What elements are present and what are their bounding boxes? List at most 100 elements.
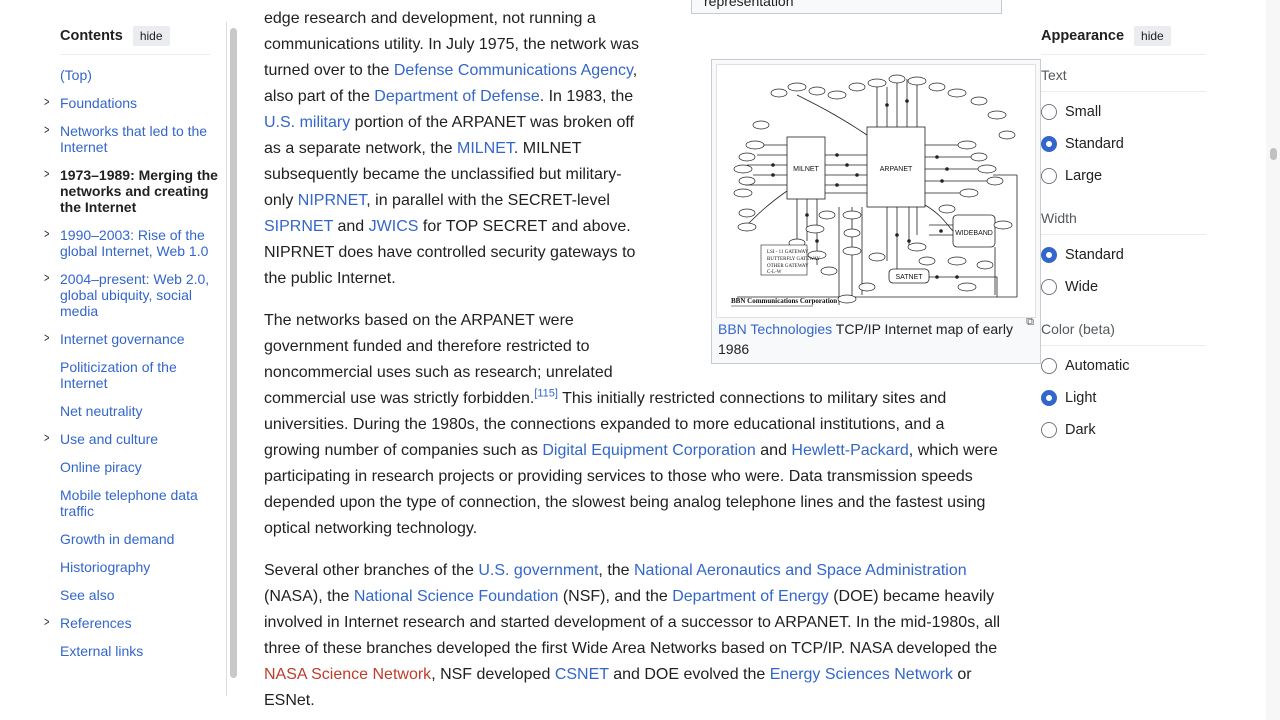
chevron-right-icon[interactable]: > xyxy=(44,270,49,286)
defense-communications-agency-link[interactable]: Defense Communications Agency xyxy=(394,62,633,79)
chevron-right-icon[interactable]: > xyxy=(44,430,49,446)
enlarge-icon[interactable]: ⧉ xyxy=(1026,316,1034,329)
toc-scrollbar[interactable] xyxy=(226,22,239,696)
text-line: turned over to the Defense Communication… xyxy=(264,58,664,84)
department-of-defense-link[interactable]: Department of Defense xyxy=(374,88,539,105)
text: , NSF developed xyxy=(431,666,555,683)
satnet-map-label: SATNET xyxy=(895,274,923,281)
text: (NSF), and the xyxy=(558,588,673,605)
nasa-science-network-link[interactable]: NASA Science Network xyxy=(264,666,431,683)
chevron-right-icon[interactable]: > xyxy=(44,94,49,110)
chevron-right-icon[interactable]: > xyxy=(44,614,49,630)
radio-icon[interactable] xyxy=(1041,104,1057,120)
option-label: Standard xyxy=(1065,247,1124,263)
radio-icon[interactable] xyxy=(1041,358,1057,374)
text-line: subsequently became the unclassified but… xyxy=(264,166,622,183)
toc-item-1973-1989[interactable]: >1973–1989: Merging the networks and cre… xyxy=(44,166,220,215)
toc-item-net-neutrality[interactable]: Net neutrality xyxy=(60,403,220,419)
chevron-right-icon[interactable]: > xyxy=(44,330,49,346)
bbn-technologies-link[interactable]: BBN Technologies xyxy=(718,321,832,337)
digital-equipment-corporation-link[interactable]: Digital Equipment Corporation xyxy=(542,442,755,459)
text-size-label: Text xyxy=(1041,65,1206,92)
appearance-title: Appearance xyxy=(1041,28,1125,44)
appearance-header: Appearance hide xyxy=(1041,22,1206,55)
text-line: participating in research projects or pr… xyxy=(264,468,973,485)
radio-selected-icon[interactable] xyxy=(1041,390,1057,406)
internet-map-image[interactable]: MILNET ARPANET WIDEBAND SATNET LSI - 11 … xyxy=(716,64,1036,318)
text-line: three of these branches developed the fi… xyxy=(264,640,998,657)
us-military-link[interactable]: U.S. military xyxy=(264,114,350,131)
toc-item-external-links[interactable]: External links xyxy=(60,643,220,659)
nsf-link[interactable]: National Science Foundation xyxy=(354,588,559,605)
us-government-link[interactable]: U.S. government xyxy=(478,562,598,579)
milnet-link[interactable]: MILNET xyxy=(457,140,514,157)
siprnet-link[interactable]: SIPRNET xyxy=(264,218,333,235)
option-label: Small xyxy=(1065,104,1102,120)
toc-item-1990-2003[interactable]: >1990–2003: Rise of the global Internet,… xyxy=(44,226,220,259)
toc-item-top[interactable]: (Top) xyxy=(60,67,220,83)
toc-item-online-piracy[interactable]: Online piracy xyxy=(60,459,220,475)
toc-item-networks[interactable]: > Networks that led to the Internet xyxy=(44,122,220,155)
toc-item-foundations[interactable]: > Foundations xyxy=(44,94,220,111)
toc-item-growth-in-demand[interactable]: Growth in demand xyxy=(60,531,220,547)
hewlett-packard-link[interactable]: Hewlett-Packard xyxy=(791,442,908,459)
nasa-link[interactable]: National Aeronautics and Space Administr… xyxy=(634,562,967,579)
toc-item-see-also[interactable]: See also xyxy=(60,587,220,603)
toc-item-politicization[interactable]: Politicization of the Internet xyxy=(60,359,220,391)
text-line: NIPRNET does have controlled security ga… xyxy=(264,244,636,261)
radio-selected-icon[interactable] xyxy=(1041,136,1057,152)
text-size-large-option[interactable]: Large xyxy=(1041,166,1102,186)
chevron-right-icon[interactable]: > xyxy=(44,122,49,138)
chevron-right-icon[interactable]: > xyxy=(44,226,49,242)
toc-item-2004-present[interactable]: >2004–present: Web 2.0, global ubiquity,… xyxy=(44,270,220,319)
text-line: universities. During the 1980s, the conn… xyxy=(264,416,945,433)
color-dark-option[interactable]: Dark xyxy=(1041,420,1096,440)
color-light-option[interactable]: Light xyxy=(1041,388,1096,408)
text-line: NASA Science Network, NSF developed CSNE… xyxy=(264,662,1004,688)
width-standard-option[interactable]: Standard xyxy=(1041,245,1124,265)
toc-item-use-and-culture[interactable]: > Use and culture xyxy=(44,430,220,447)
option-label: Automatic xyxy=(1065,358,1130,374)
text: turned over to the xyxy=(264,62,394,79)
width-wide-option[interactable]: Wide xyxy=(1041,277,1098,297)
radio-icon[interactable] xyxy=(1041,168,1057,184)
radio-icon[interactable] xyxy=(1041,422,1057,438)
internet-map-figure: MILNET ARPANET WIDEBAND SATNET LSI - 11 … xyxy=(711,59,1041,364)
niprnet-link[interactable]: NIPRNET xyxy=(298,192,366,209)
toc-header: Contents hide xyxy=(60,22,210,55)
toc-scrollbar-thumb[interactable] xyxy=(230,28,237,678)
jwics-link[interactable]: JWICS xyxy=(369,218,419,235)
text: , in parallel with the SECRET-level xyxy=(366,192,610,209)
text: (DOE) became heavily xyxy=(828,588,995,605)
csnet-link[interactable]: CSNET xyxy=(555,666,609,683)
map-legend-1: LSI - 11 GATEWAY xyxy=(767,250,809,255)
energy-sciences-network-link[interactable]: Energy Sciences Network xyxy=(770,666,953,683)
text-line: also part of the Department of Defense. … xyxy=(264,84,664,110)
option-label: Wide xyxy=(1065,279,1099,295)
text-size-small-option[interactable]: Small xyxy=(1041,102,1101,122)
toc-item-references[interactable]: > References xyxy=(44,614,220,631)
radio-selected-icon[interactable] xyxy=(1041,247,1057,263)
color-automatic-option[interactable]: Automatic xyxy=(1041,356,1129,376)
text: portion of the ARPANET was broken off xyxy=(350,114,634,131)
text-size-standard-option[interactable]: Standard xyxy=(1041,134,1124,154)
text-line: Several other branches of the U.S. gover… xyxy=(264,558,1004,584)
toc-hide-button[interactable]: hide xyxy=(132,26,170,46)
text-line: optical networking technology. xyxy=(264,520,478,537)
paragraph-1: edge research and development, not runni… xyxy=(264,6,664,292)
department-of-energy-link[interactable]: Department of Energy xyxy=(672,588,829,605)
toc-item-internet-governance[interactable]: > Internet governance xyxy=(44,330,220,347)
appearance-hide-button[interactable]: hide xyxy=(1134,26,1171,46)
chevron-right-icon[interactable]: > xyxy=(44,166,49,182)
toc-item-mobile-data[interactable]: Mobile telephone data traffic xyxy=(60,487,220,519)
width-label: Width xyxy=(1041,208,1206,235)
page-scrollbar[interactable] xyxy=(1266,0,1280,720)
reference-115-link[interactable]: [115] xyxy=(534,388,558,400)
radio-icon[interactable] xyxy=(1041,279,1057,295)
text-line: (NASA), the National Science Foundation … xyxy=(264,584,1004,610)
wideband-map-label: WIDEBAND xyxy=(955,230,993,237)
toc-item-historiography[interactable]: Historiography xyxy=(60,559,220,575)
map-legend-3: OTHER GATEWAY xyxy=(767,264,809,269)
page-scrollbar-thumb[interactable] xyxy=(1270,148,1277,160)
option-label: Standard xyxy=(1065,136,1124,152)
